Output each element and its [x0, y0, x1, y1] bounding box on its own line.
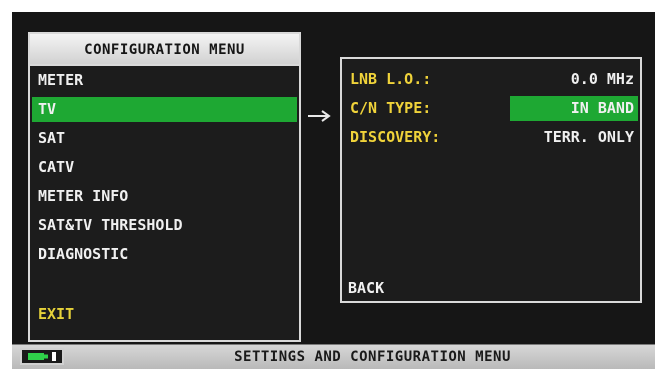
- config-menu-panel: METER TV SAT CATV METER INFO SAT&TV THRE…: [28, 64, 301, 342]
- menu-item-sat-tv-threshold[interactable]: SAT&TV THRESHOLD: [32, 213, 297, 238]
- back-button[interactable]: BACK: [348, 277, 384, 299]
- tv-settings-panel: LNB L.O.: 0.0 MHz C/N TYPE: IN BAND DISC…: [340, 57, 642, 303]
- device-screen: CONFIGURATION MENU METER TV SAT CATV MET…: [12, 12, 655, 369]
- menu-item-meter-info[interactable]: METER INFO: [32, 184, 297, 209]
- status-text: SETTINGS AND CONFIGURATION MENU: [234, 349, 511, 365]
- menu-item-catv[interactable]: CATV: [32, 155, 297, 180]
- param-row-discovery[interactable]: DISCOVERY: TERR. ONLY: [344, 125, 638, 150]
- param-label: C/N TYPE:: [350, 99, 432, 117]
- menu-item-tv[interactable]: TV: [32, 97, 297, 122]
- menu-item-exit[interactable]: EXIT: [32, 302, 297, 327]
- config-menu-title: CONFIGURATION MENU: [28, 32, 301, 66]
- param-row-lnb-lo[interactable]: LNB L.O.: 0.0 MHz: [344, 67, 638, 92]
- battery-icon: [20, 348, 64, 365]
- status-bar: SETTINGS AND CONFIGURATION MENU: [12, 344, 655, 369]
- param-label: DISCOVERY:: [350, 128, 441, 146]
- param-value: 0.0 MHz: [570, 70, 634, 88]
- param-label: LNB L.O.:: [350, 70, 432, 88]
- arrow-right-icon: [308, 110, 331, 122]
- menu-item-meter[interactable]: METER: [32, 68, 297, 93]
- param-value: IN BAND: [510, 96, 638, 121]
- menu-item-diagnostic[interactable]: DIAGNOSTIC: [32, 242, 297, 267]
- param-row-cn-type[interactable]: C/N TYPE: IN BAND: [344, 96, 638, 121]
- menu-item-sat[interactable]: SAT: [32, 126, 297, 151]
- param-value: TERR. ONLY: [543, 128, 634, 146]
